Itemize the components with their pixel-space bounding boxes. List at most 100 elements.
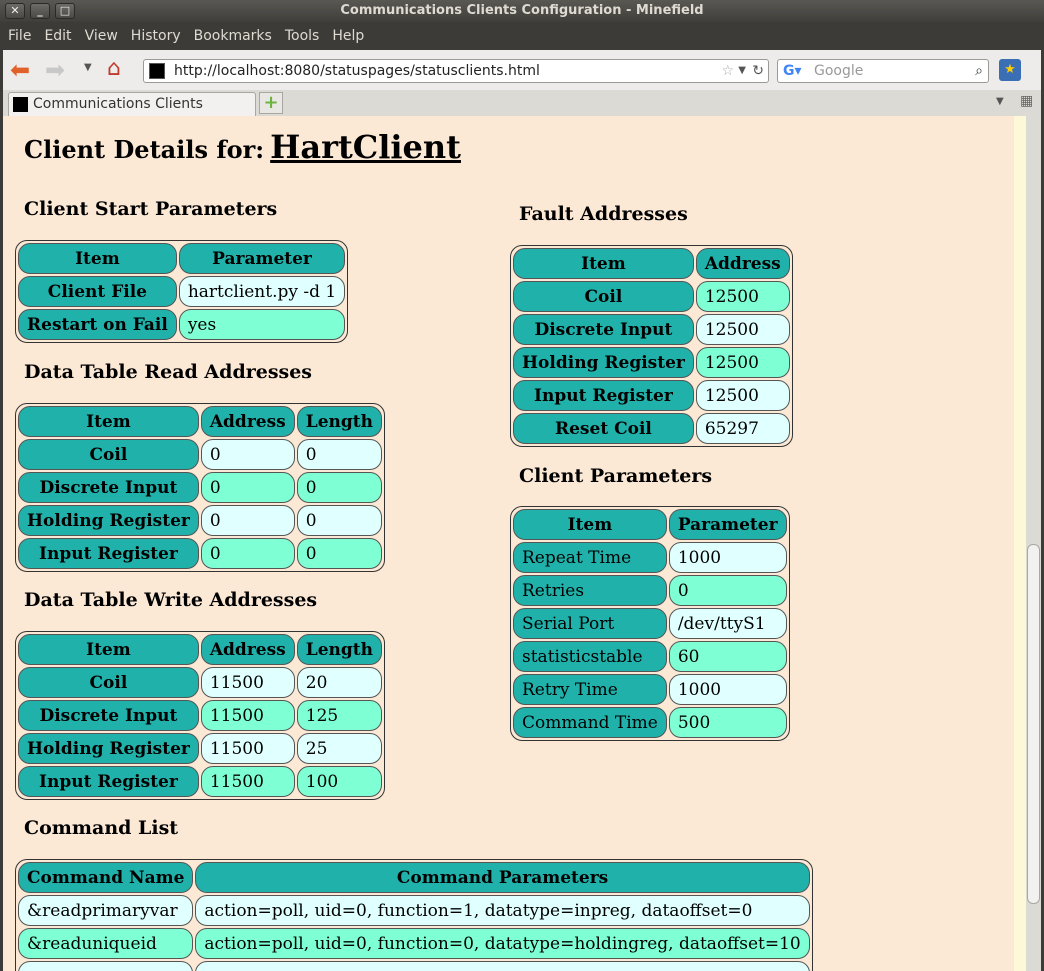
page-content: Client Details for: HartClient Client Sta… [3,116,1014,971]
command-params-cell: action=poll, uid=0, function=0, datatype… [195,928,810,959]
tab-active[interactable]: Communications Clients Config... [8,92,256,134]
length-cell: 20 [296,667,382,698]
back-arrow-icon[interactable]: ⬅ [10,56,30,84]
col-header: Item [513,509,667,540]
table-row [18,961,810,971]
client-name-link[interactable]: HartClient [270,128,461,166]
item-cell: Coil [513,281,694,312]
vertical-scrollbar[interactable] [1026,116,1041,971]
menu-help[interactable]: Help [332,28,364,44]
table-row: Holding Register 11500 25 [18,733,382,764]
item-cell: Holding Register [18,505,199,536]
item-cell: Holding Register [18,733,199,764]
table-row: Coil 12500 [513,281,790,312]
value-cell: hartclient.py -d 1 [178,276,346,307]
url-dropdown-icon[interactable]: ▼ [738,60,746,82]
url-bar[interactable]: http://localhost:8080/statuspages/status… [143,59,769,83]
address-cell: 0 [200,439,295,470]
new-tab-plus-icon[interactable]: + [259,92,283,114]
item-cell: Command Time [513,707,667,738]
table-row: &readuniqueid action=poll, uid=0, functio… [18,928,810,959]
item-cell: Input Register [513,380,694,411]
bookmark-star-icon[interactable]: ☆ [721,60,734,82]
table-row: Discrete Input 12500 [513,314,790,345]
menu-tools[interactable]: Tools [285,28,320,44]
close-window-button[interactable]: ✕ [5,3,25,19]
table-row: statisticstable 60 [513,641,787,672]
tab-groups-icon[interactable]: ▦ [1020,93,1033,109]
length-cell: 25 [296,733,382,764]
tab-favicon [13,97,28,112]
table-row: Coil 11500 20 [18,667,382,698]
navigation-toolbar: ⬅ ➡ ▼ ⌂ http://localhost:8080/statuspage… [0,50,1044,90]
address-cell: 11500 [200,700,295,731]
item-cell: Restart on Fail [18,309,177,340]
command-name-cell: &readprimaryvar [18,895,194,926]
value-cell: 60 [668,641,787,672]
menu-file[interactable]: File [8,28,31,44]
col-header: Item [18,634,199,665]
command-params-cell [195,961,810,971]
item-cell: Retry Time [513,674,667,705]
item-cell: Coil [18,439,199,470]
maximize-window-button[interactable]: □ [55,3,75,19]
value-cell: 1000 [668,542,787,573]
col-header: Parameter [668,509,787,540]
length-cell: 0 [296,472,382,503]
minimize-window-button[interactable]: _ [30,3,50,19]
menu-history[interactable]: History [131,28,181,44]
address-cell: 11500 [200,733,295,764]
history-dropdown-icon[interactable]: ▼ [84,62,92,73]
tab-list-dropdown-icon[interactable]: ▼ [996,96,1004,107]
address-cell: 12500 [695,314,790,345]
length-cell: 0 [296,439,382,470]
item-cell: Discrete Input [18,700,199,731]
table-row: Restart on Fail yes [18,309,346,340]
address-cell: 11500 [200,766,295,797]
menu-bookmarks[interactable]: Bookmarks [194,28,272,44]
table-row: Input Register 11500 100 [18,766,382,797]
col-header: Item [18,406,199,437]
value-cell: yes [178,309,346,340]
command-name-cell [18,961,194,971]
table-row: Serial Port/dev/ttyS1 [513,608,787,639]
write-addresses-table: Item Address Length Coil 11500 20 Discrete I… [15,631,385,800]
item-cell: Coil [18,667,199,698]
col-header: Length [296,634,382,665]
command-list-table: Command Name Command Parameters &readprim… [15,859,813,971]
col-header: Address [695,248,790,279]
table-row: Holding Register 0 0 [18,505,382,536]
table-row: Client File hartclient.py -d 1 [18,276,346,307]
value-cell: 500 [668,707,787,738]
address-cell: 65297 [695,413,790,444]
menu-view[interactable]: View [85,28,118,44]
item-cell: Discrete Input [18,472,199,503]
item-cell: Holding Register [513,347,694,378]
scrollbar-thumb[interactable] [1027,544,1040,904]
forward-arrow-icon[interactable]: ➡ [45,56,65,84]
search-input[interactable]: G▾ Google ⌕ [777,59,989,83]
search-placeholder: Google [814,63,864,79]
command-params-cell: action=poll, uid=0, function=1, datatype… [195,895,810,926]
client-parameters-table: Item Parameter Repeat Time 1000 Retries 0 S… [510,506,790,741]
table-row: Coil 0 0 [18,439,382,470]
start-parameters-table: Item Parameter Client File hartclient.py -… [15,240,349,343]
window-title-bar: ✕ _ □ Communications Clients Configurati… [0,0,1044,22]
home-icon[interactable]: ⌂ [107,56,121,81]
length-cell: 125 [296,700,382,731]
table-row: Discrete Input 11500 125 [18,700,382,731]
menu-edit[interactable]: Edit [44,28,71,44]
length-cell: 100 [296,766,382,797]
address-cell: 11500 [200,667,295,698]
col-header: Item [18,243,177,274]
write-heading: Data Table Write Addresses [24,589,318,611]
value-cell: 1000 [668,674,787,705]
reload-icon[interactable]: ↻ [752,60,764,82]
read-heading: Data Table Read Addresses [24,361,313,383]
address-cell: 0 [200,472,295,503]
google-icon[interactable]: G▾ [783,60,802,82]
item-cell: Repeat Time [513,542,667,573]
item-cell: Client File [18,276,177,307]
search-magnifier-icon[interactable]: ⌕ [975,60,983,82]
addon-icon[interactable]: ★ [999,59,1021,81]
